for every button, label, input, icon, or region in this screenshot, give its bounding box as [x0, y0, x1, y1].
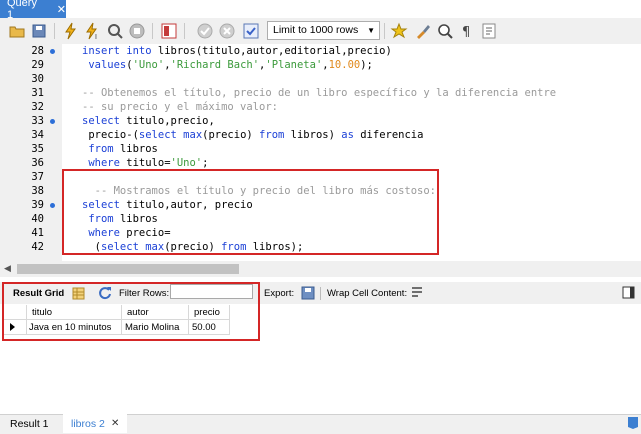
info-icon[interactable] — [627, 417, 639, 429]
line-number: 30 — [31, 73, 44, 85]
editor-horizontal-scrollbar[interactable]: ◀ — [0, 261, 641, 277]
sql-editor-toolbar: I Limit to 1000 rows ▼ ¶ — [0, 18, 641, 45]
query-tab-bar — [0, 0, 641, 18]
code-line: select titulo,precio, — [82, 115, 215, 127]
code-line: insert into libros(titulo,autor,editoria… — [82, 45, 392, 57]
line-number: 31 — [31, 87, 44, 99]
line-number: 40 — [31, 213, 44, 225]
wrap-cell-label: Wrap Cell Content: — [327, 288, 408, 299]
close-tab-icon[interactable]: ✕ — [111, 418, 119, 429]
highlight-box-query — [62, 169, 439, 255]
chevron-down-icon: ▼ — [367, 26, 375, 35]
save-icon[interactable] — [30, 22, 48, 40]
line-number: 37 — [31, 171, 44, 183]
line-number: 36 — [31, 157, 44, 169]
explain-icon[interactable] — [106, 22, 124, 40]
tab-result-1[interactable]: Result 1 — [10, 418, 49, 430]
line-number: 38 — [31, 185, 44, 197]
svg-text:¶: ¶ — [462, 25, 470, 40]
rollback-icon[interactable] — [218, 22, 236, 40]
execute-icon[interactable] — [62, 22, 80, 40]
panel-toggle-icon[interactable] — [622, 286, 635, 299]
tab-label: libros 2 — [71, 418, 105, 430]
execute-current-icon[interactable]: I — [84, 22, 102, 41]
scroll-left-icon[interactable]: ◀ — [4, 263, 11, 274]
find-icon[interactable] — [436, 22, 454, 40]
scrollbar-thumb[interactable] — [17, 264, 239, 274]
autocommit-icon[interactable] — [242, 22, 260, 40]
code-comment: -- su precio y el máximo valor: — [82, 101, 278, 113]
limit-rows-select[interactable]: Limit to 1000 rows ▼ — [267, 21, 380, 40]
statement-marker-icon — [50, 119, 55, 124]
tab-libros-2[interactable]: libros 2 ✕ — [63, 414, 127, 433]
export-label: Export: — [264, 288, 295, 299]
svg-text:I: I — [95, 34, 97, 40]
tab-query-1[interactable]: Query 1 ✕ — [0, 0, 66, 21]
line-number: 39 — [31, 199, 44, 211]
highlight-box-result — [2, 282, 260, 341]
favorite-star-icon[interactable] — [390, 22, 408, 40]
limit-rows-label: Limit to 1000 rows — [273, 24, 359, 36]
code-comment: -- Obtenemos el título, precio de un lib… — [82, 87, 557, 99]
word-wrap-icon[interactable] — [480, 22, 498, 40]
line-number: 29 — [31, 59, 44, 71]
invisible-characters-icon[interactable]: ¶ — [458, 22, 476, 40]
code-line: from libros — [88, 143, 158, 155]
code-line: precio-(select max(precio) from libros) … — [82, 129, 424, 141]
statement-marker-icon — [50, 49, 55, 54]
export-icon[interactable] — [301, 286, 315, 300]
line-number: 34 — [31, 129, 44, 141]
statement-marker-icon — [50, 203, 55, 208]
code-line: values('Uno','Richard Bach','Planeta',10… — [88, 59, 373, 71]
close-tab-icon[interactable]: ✕ — [57, 3, 66, 16]
commit-icon[interactable] — [196, 22, 214, 40]
line-number: 35 — [31, 143, 44, 155]
line-number: 33 — [31, 115, 44, 127]
open-file-icon[interactable] — [8, 22, 26, 40]
line-number: 28 — [31, 45, 44, 57]
line-number: 41 — [31, 227, 44, 239]
code-line: where titulo='Uno'; — [88, 157, 209, 169]
line-number: 32 — [31, 101, 44, 113]
wrap-cell-icon[interactable] — [410, 286, 424, 300]
line-number: 42 — [31, 241, 44, 253]
toggle-output-icon[interactable] — [160, 22, 178, 40]
stop-icon[interactable] — [128, 22, 146, 40]
beautify-icon[interactable] — [414, 22, 432, 40]
